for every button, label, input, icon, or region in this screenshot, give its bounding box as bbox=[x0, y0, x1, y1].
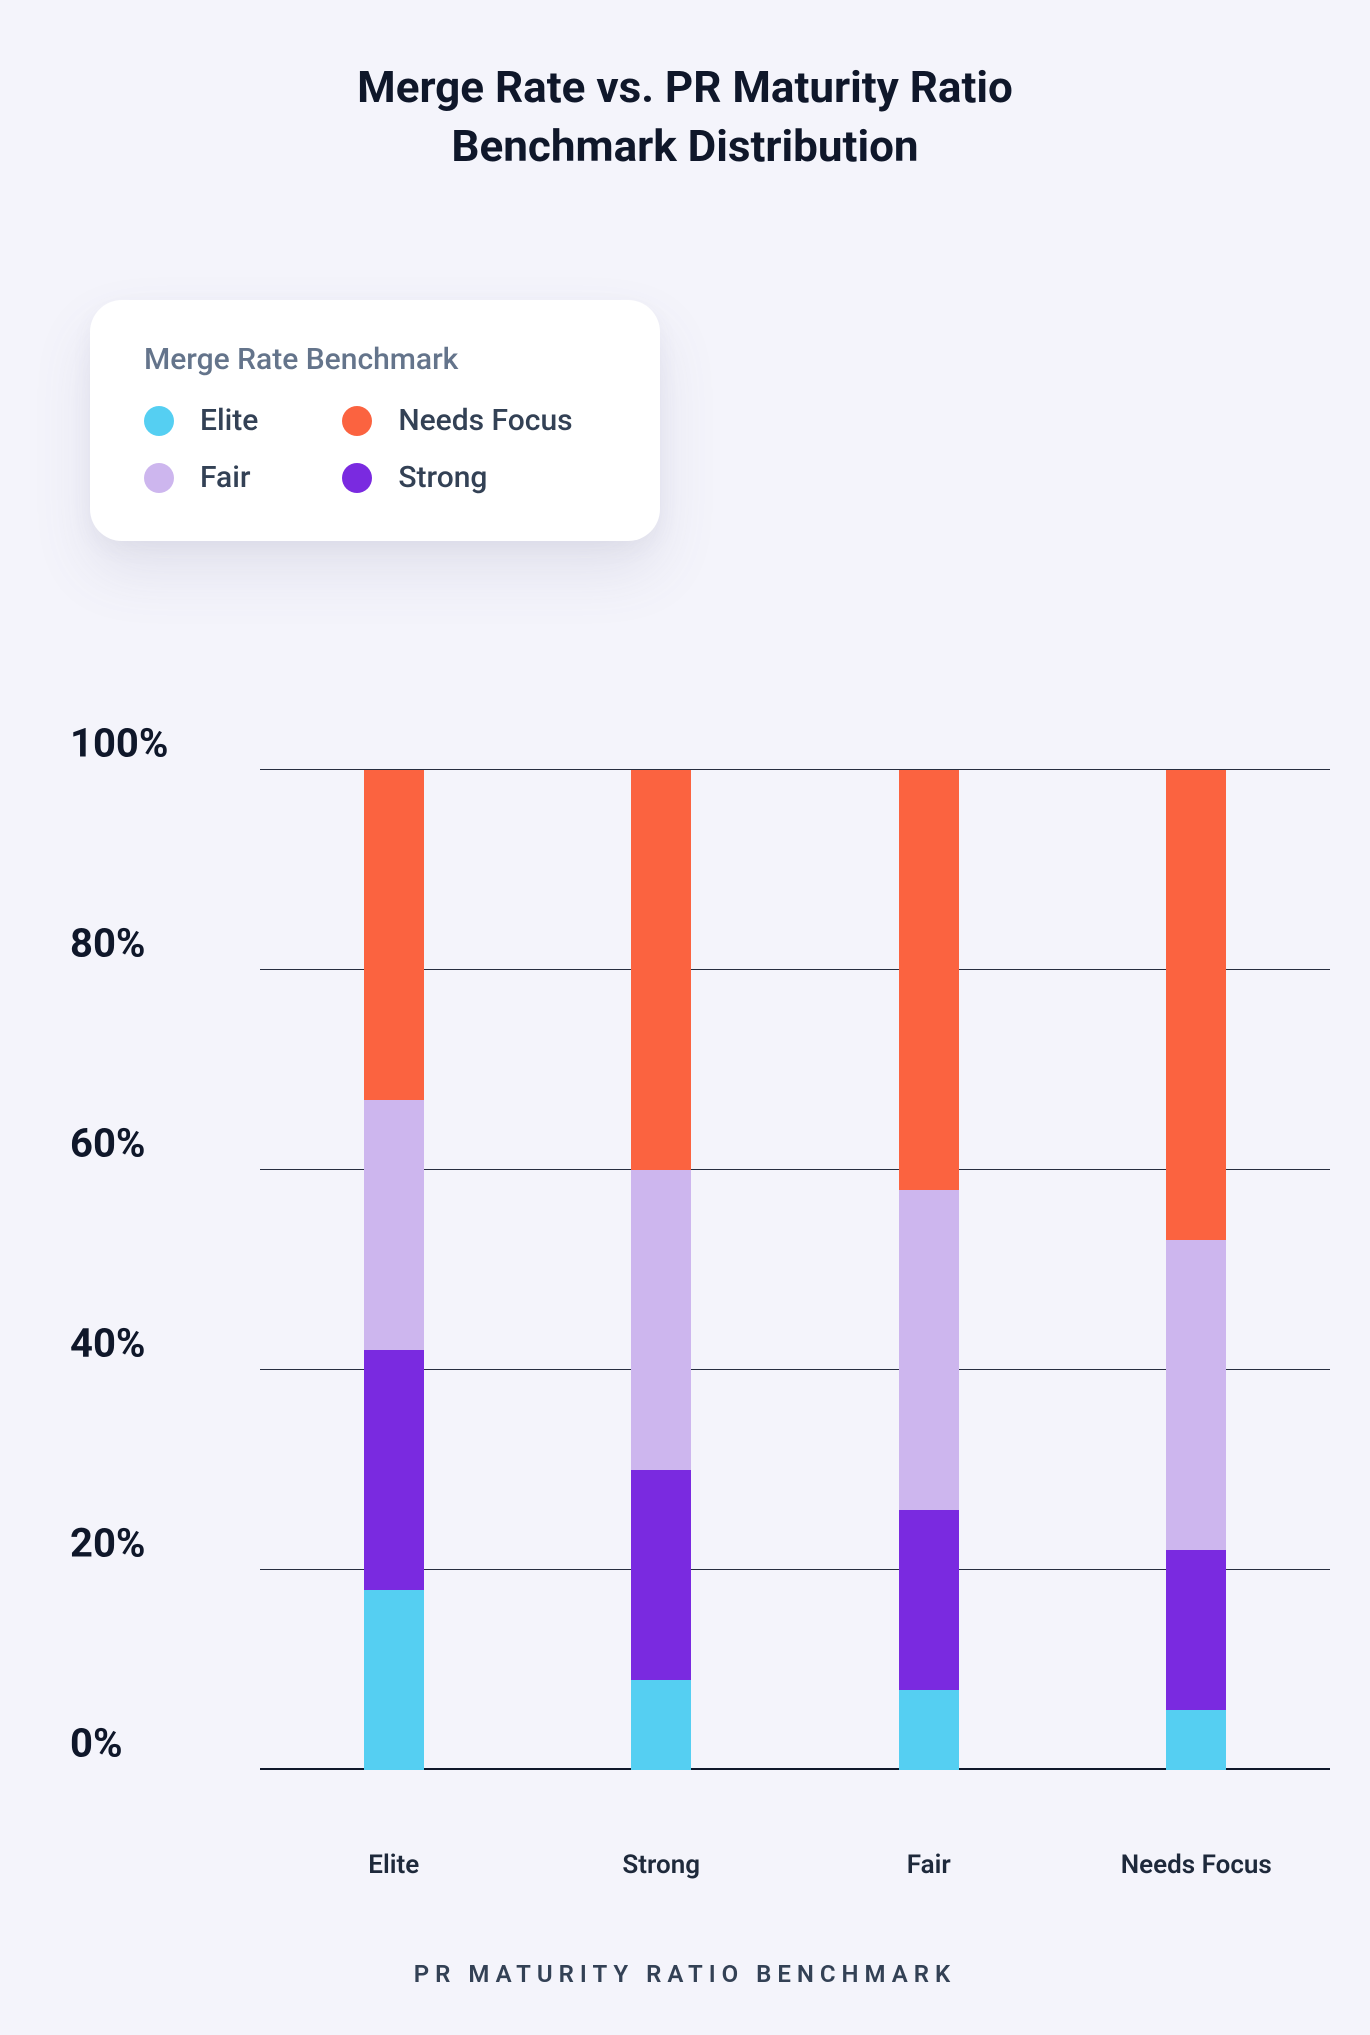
bar-segment bbox=[1166, 1550, 1226, 1710]
legend-label: Elite bbox=[200, 403, 258, 438]
x-tick-label: Strong bbox=[551, 1850, 771, 1880]
y-tick: 40% bbox=[70, 1320, 230, 1367]
chart-title-line1: Merge Rate vs. PR Maturity Ratio bbox=[357, 61, 1013, 113]
bar-column bbox=[899, 770, 959, 1770]
legend-item-elite: Elite bbox=[144, 403, 332, 438]
swatch-icon bbox=[342, 406, 372, 436]
bar-segment bbox=[1166, 1710, 1226, 1770]
y-tick: 0% bbox=[70, 1720, 230, 1767]
legend-label: Needs Focus bbox=[398, 403, 572, 438]
legend-label: Fair bbox=[200, 460, 250, 495]
chart-title: Merge Rate vs. PR Maturity Ratio Benchma… bbox=[0, 0, 1370, 177]
plot-area bbox=[260, 770, 1330, 1770]
bars-container bbox=[260, 770, 1330, 1770]
legend: Merge Rate Benchmark Elite Needs Focus F… bbox=[90, 300, 660, 541]
bar-segment bbox=[899, 1510, 959, 1690]
bar-segment bbox=[1166, 770, 1226, 1240]
x-tick-label: Elite bbox=[284, 1850, 504, 1880]
bar-column bbox=[1166, 770, 1226, 1770]
swatch-icon bbox=[144, 463, 174, 493]
chart-title-line2: Benchmark Distribution bbox=[451, 120, 918, 172]
bar-segment bbox=[1166, 1240, 1226, 1550]
bar-segment bbox=[631, 770, 691, 1170]
y-tick: 80% bbox=[70, 920, 230, 967]
swatch-icon bbox=[342, 463, 372, 493]
x-axis-title: PR MATURITY RATIO BENCHMARK bbox=[0, 1960, 1370, 1988]
y-axis: 0% 20% 40% 60% 80% 100% bbox=[70, 770, 240, 1770]
bar-segment bbox=[899, 1690, 959, 1770]
bar-segment bbox=[631, 1470, 691, 1680]
bar-segment bbox=[364, 1350, 424, 1590]
x-tick-label: Needs Focus bbox=[1086, 1850, 1306, 1880]
legend-label: Strong bbox=[398, 460, 487, 495]
bar-segment bbox=[631, 1170, 691, 1470]
y-tick: 60% bbox=[70, 1120, 230, 1167]
bar-column bbox=[631, 770, 691, 1770]
chart-area: 0% 20% 40% 60% 80% 100% EliteStrongFairN… bbox=[70, 770, 1330, 1770]
bar-segment bbox=[899, 770, 959, 1190]
bar-segment bbox=[364, 1590, 424, 1770]
legend-item-needs-focus: Needs Focus bbox=[342, 403, 606, 438]
x-axis-labels: Elite Strong Fair Needs Focus bbox=[260, 1850, 1330, 1880]
x-tick-label: Fair bbox=[819, 1850, 1039, 1880]
swatch-icon bbox=[144, 406, 174, 436]
legend-item-fair: Fair bbox=[144, 460, 332, 495]
legend-item-strong: Strong bbox=[342, 460, 606, 495]
bar-column bbox=[364, 770, 424, 1770]
bar-segment bbox=[899, 1190, 959, 1510]
legend-title: Merge Rate Benchmark bbox=[144, 342, 606, 377]
bar-segment bbox=[364, 1100, 424, 1350]
legend-items: Elite Needs Focus Fair Strong bbox=[144, 403, 606, 495]
bar-segment bbox=[631, 1680, 691, 1770]
y-tick: 20% bbox=[70, 1520, 230, 1567]
bar-segment bbox=[364, 770, 424, 1100]
y-tick: 100% bbox=[70, 720, 230, 767]
